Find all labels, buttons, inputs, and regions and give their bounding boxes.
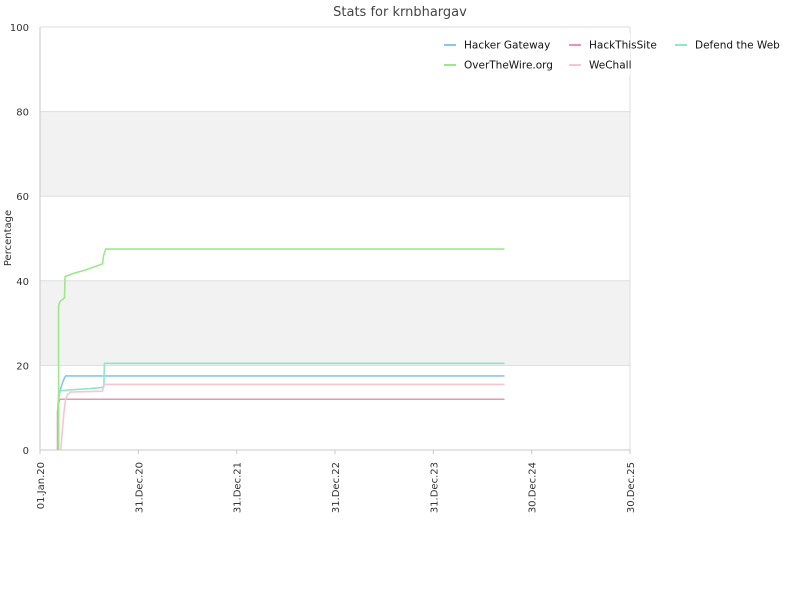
y-tick-label: 20 bbox=[16, 361, 29, 372]
x-tick-label: 30.Dec.24 bbox=[528, 462, 539, 513]
chart-title: Stats for krnbhargav bbox=[333, 5, 467, 20]
x-tick-label: 31.Dec.22 bbox=[331, 462, 342, 513]
legend-label: WeChall bbox=[589, 60, 631, 72]
grid-band bbox=[40, 111, 630, 197]
series-line bbox=[57, 375, 505, 450]
series-line bbox=[59, 383, 505, 451]
legend-label: OverTheWire.org bbox=[464, 60, 553, 72]
y-axis-title: Percentage bbox=[3, 210, 14, 266]
y-tick-label: 100 bbox=[10, 23, 29, 34]
y-tick-label: 40 bbox=[16, 277, 29, 288]
chart-bands bbox=[40, 111, 630, 366]
chart-axes bbox=[39, 27, 631, 454]
x-tick-label: 31.Dec.20 bbox=[134, 462, 145, 513]
line-chart: 0 20 40 60 80 100 01.Jan.20 31.Dec.20 31.Dec.21 3… bbox=[3, 5, 780, 513]
chart-gridlines bbox=[40, 26, 630, 451]
y-tick-label: 60 bbox=[16, 192, 29, 203]
series-line bbox=[56, 398, 505, 450]
y-tick-label: 80 bbox=[16, 108, 29, 119]
x-tick-label: 01.Jan.20 bbox=[36, 462, 47, 509]
legend-label: Defend the Web bbox=[695, 40, 780, 52]
y-tick-label: 0 bbox=[23, 446, 29, 457]
chart-tick-labels: 0 20 40 60 80 100 01.Jan.20 31.Dec.20 31.Dec.21 3… bbox=[10, 23, 637, 513]
legend-label: HackThisSite bbox=[589, 40, 657, 52]
grid-band bbox=[40, 280, 630, 366]
x-tick-label: 31.Dec.21 bbox=[233, 462, 244, 513]
x-tick-label: 30.Dec.25 bbox=[626, 462, 637, 513]
x-tick-label: 31.Dec.23 bbox=[429, 462, 440, 513]
chart-legend: Hacker Gateway HackThisSite Defend the Web… bbox=[440, 33, 780, 75]
legend-label: Hacker Gateway bbox=[464, 40, 550, 52]
